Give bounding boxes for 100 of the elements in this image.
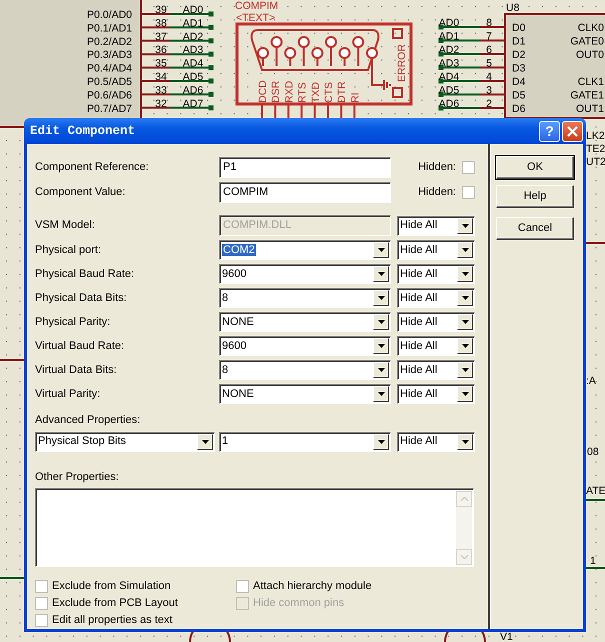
pin-label: D0 (512, 22, 526, 34)
caret-icon (378, 248, 384, 252)
text-field[interactable]: P1 (219, 157, 391, 178)
pin-line (480, 53, 505, 55)
component-name: COMPIM (235, 0, 278, 12)
pin-number: 34 (155, 71, 167, 83)
window-title: Edit Component (30, 122, 136, 140)
property-dropdown[interactable]: COM2 (219, 240, 391, 260)
visibility-dropdown[interactable]: Hide All (397, 360, 475, 380)
property-dropdown[interactable]: 9600 (219, 336, 391, 356)
hidden-checkbox[interactable] (462, 161, 475, 174)
visibility-dropdown[interactable]: Hide All (397, 384, 475, 404)
property-dropdown[interactable]: 8 (219, 288, 391, 308)
property-dropdown[interactable]: 9600 (219, 264, 391, 284)
property-label: Virtual Baud Rate: (35, 338, 126, 354)
pin-label: P0.1/AD1 (87, 22, 132, 34)
caret-icon (378, 344, 384, 348)
property-label: Physical port: (35, 242, 102, 258)
pin-label: OUT1 (576, 103, 604, 115)
pin-line (480, 40, 505, 42)
pin-label: RXD (283, 80, 296, 103)
section-label: Other Properties: (35, 470, 120, 484)
wire (170, 65, 214, 70)
net-label: AD6 (438, 98, 460, 110)
pin-label: P0.6/AD6 (87, 89, 132, 102)
scrollbar[interactable] (456, 491, 472, 565)
net-label: AD3 (438, 58, 460, 70)
pin-label: CTS (323, 82, 335, 103)
pin-label: 08 (587, 446, 599, 458)
pin-line (142, 13, 170, 15)
property-dropdown[interactable]: NONE (219, 312, 391, 332)
text-field[interactable]: COMPIM (219, 182, 391, 203)
pin-line (142, 106, 170, 109)
section-label: Advanced Properties: (35, 413, 142, 428)
pin-number: 5 (486, 58, 492, 70)
pin-number: 2 (486, 98, 492, 110)
visibility-dropdown[interactable]: Hide All (397, 336, 475, 356)
pin-label: DCD (257, 80, 269, 103)
option-checkbox[interactable] (35, 580, 48, 592)
visibility-dropdown[interactable]: Hide All (397, 312, 475, 332)
wire (170, 78, 214, 84)
option-checkbox[interactable] (35, 596, 48, 610)
property-dropdown[interactable]: Physical Stop Bits (35, 432, 215, 452)
pin-number: 33 (155, 84, 167, 96)
pin-label: LK2 (586, 130, 605, 142)
pin-line (0, 359, 24, 361)
wire (170, 52, 214, 57)
property-label: Virtual Data Bits: (35, 362, 118, 378)
net-label: AD0 (438, 17, 460, 29)
pin-label: P0.3/AD3 (87, 49, 132, 62)
option-label: Exclude from PCB Layout (52, 596, 178, 611)
pin-number: 4 (486, 71, 492, 83)
dialog-button[interactable]: Cancel (496, 217, 574, 240)
wire (586, 499, 605, 501)
pin-line (586, 242, 605, 244)
close-button[interactable] (562, 120, 583, 142)
visibility-dropdown[interactable]: Hide All (397, 264, 475, 284)
option-checkbox[interactable] (35, 614, 48, 626)
pin-label: CLK0 (578, 22, 604, 34)
pin-number: 3 (486, 84, 492, 96)
pin-label: D6 (512, 103, 526, 115)
wire (586, 567, 605, 569)
pin-label: TE2 (586, 143, 605, 155)
pin-line (480, 107, 505, 109)
pin-line (480, 94, 505, 96)
wire (438, 106, 480, 110)
scroll-up-icon (460, 497, 468, 501)
property-dropdown[interactable]: 8 (219, 360, 391, 380)
pin-line (142, 66, 170, 69)
pin-label: ATE (586, 485, 605, 497)
scroll-down-icon (460, 555, 468, 559)
property-label: Physical Baud Rate: (35, 266, 136, 282)
chip-label: U8 (506, 2, 520, 14)
field-label: Hidden: (418, 160, 456, 176)
dialog-button[interactable]: OK (496, 156, 574, 179)
caret-icon (202, 440, 208, 444)
dialog-button[interactable]: Help (496, 185, 574, 208)
pin-label: P0.4/AD4 (87, 62, 132, 75)
caret-icon (462, 296, 468, 300)
option-label: Edit all properties as text (52, 612, 172, 628)
visibility-dropdown[interactable]: Hide All (397, 432, 475, 452)
field-label: Component Reference: (35, 160, 150, 176)
hidden-checkbox[interactable] (462, 186, 475, 199)
property-dropdown[interactable]: 1 (219, 432, 391, 452)
wire (170, 38, 214, 44)
visibility-dropdown[interactable]: Hide All (397, 288, 475, 308)
pin-number: 32 (155, 98, 167, 110)
pin-line (480, 26, 505, 28)
caret-icon (462, 248, 468, 252)
property-dropdown[interactable]: NONE (219, 384, 391, 404)
wire (438, 92, 480, 97)
pin-label: RTS (296, 82, 309, 103)
net-label: AD1 (182, 17, 204, 30)
pin-number: 8 (486, 17, 492, 29)
text-area[interactable] (35, 488, 474, 567)
visibility-dropdown[interactable]: Hide All (397, 240, 475, 260)
pin-label: OUT0 (576, 49, 604, 61)
option-checkbox[interactable] (236, 580, 249, 592)
pin-number: 37 (155, 30, 167, 43)
pin-number: 36 (155, 44, 167, 56)
